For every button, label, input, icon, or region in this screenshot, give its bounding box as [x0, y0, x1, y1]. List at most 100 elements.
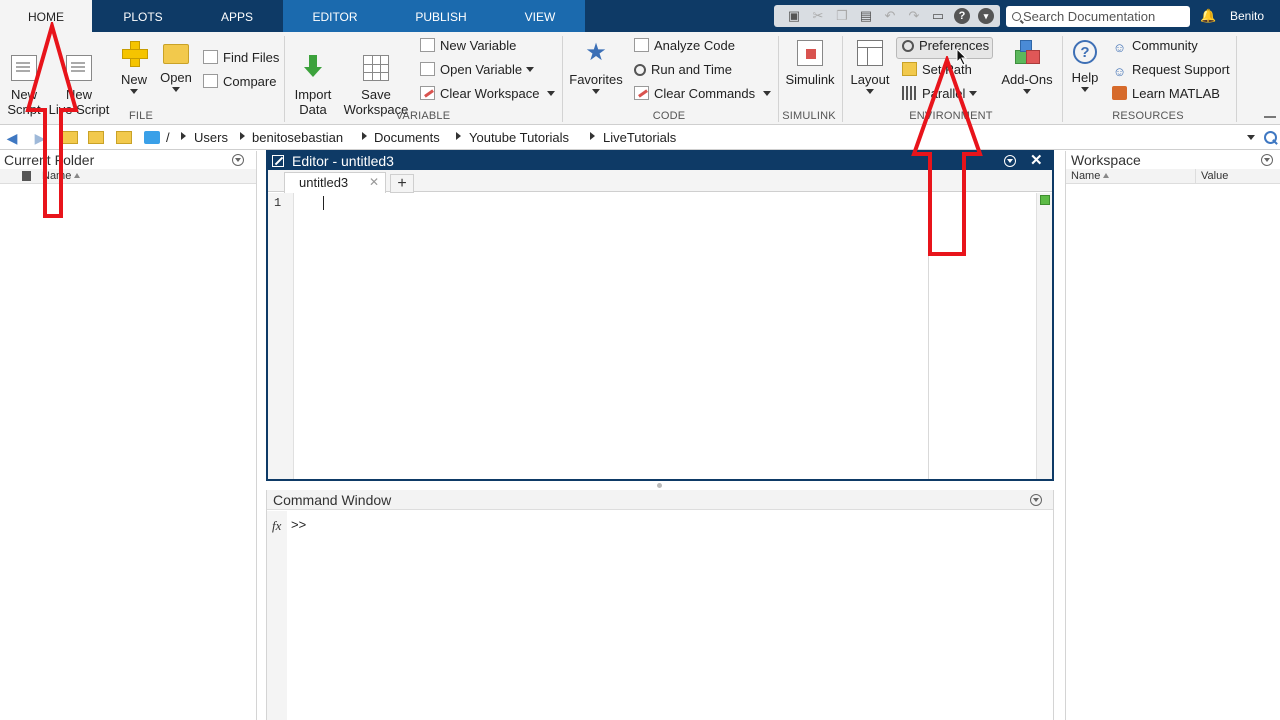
tab-home[interactable]: HOME: [0, 0, 92, 33]
back-arrow-icon[interactable]: ◀: [4, 130, 20, 146]
breadcrumb-youtube-tutorials[interactable]: Youtube Tutorials: [469, 130, 569, 146]
help-circle-icon[interactable]: ?: [954, 8, 970, 24]
compare-button[interactable]: Compare: [203, 72, 276, 92]
ribbon-separator: [284, 36, 285, 122]
forward-arrow-icon[interactable]: ▶: [32, 130, 48, 146]
address-dropdown-icon[interactable]: [1247, 135, 1255, 140]
column-divider[interactable]: [1195, 169, 1196, 184]
redo-icon[interactable]: ↷: [906, 8, 922, 24]
clear-commands-button[interactable]: Clear Commands: [634, 84, 772, 104]
splitter-handle[interactable]: [657, 483, 662, 488]
refresh-folder-icon[interactable]: [116, 131, 132, 144]
browse-folder-icon[interactable]: [88, 131, 104, 144]
breadcrumb-separator-icon[interactable]: [362, 132, 367, 140]
favorites-button[interactable]: ★ Favorites: [568, 40, 624, 94]
close-icon[interactable]: ✕: [1030, 152, 1043, 170]
simulink-icon: [797, 40, 823, 66]
chevron-down-icon: [763, 91, 772, 96]
parallel-button[interactable]: Parallel: [902, 84, 978, 104]
save-workspace-button[interactable]: Save Workspace: [342, 40, 410, 117]
code-analyzer-status-icon[interactable]: [1040, 195, 1050, 205]
new-live-script-button[interactable]: New Live Script: [48, 40, 110, 117]
compare-icon: [203, 74, 218, 88]
search-folder-icon[interactable]: [1262, 130, 1278, 146]
open-variable-button[interactable]: Open Variable: [420, 60, 535, 80]
editor-vertical-scrollbar[interactable]: [1036, 193, 1052, 479]
chevron-down-icon: [172, 87, 180, 92]
paste-icon[interactable]: ▤: [858, 8, 874, 24]
switch-windows-icon[interactable]: ▭: [930, 8, 946, 24]
save-icon[interactable]: ▣: [786, 8, 802, 24]
tab-view[interactable]: VIEW: [496, 0, 584, 32]
tab-plots[interactable]: PLOTS: [98, 0, 188, 32]
new-tab-button[interactable]: +: [390, 174, 414, 193]
panel-menu-icon[interactable]: [232, 154, 244, 166]
tab-close-icon[interactable]: ✕: [369, 175, 379, 189]
learn-matlab-button[interactable]: Learn MATLAB: [1112, 84, 1220, 104]
user-account[interactable]: Benito: [1230, 9, 1264, 23]
open-button[interactable]: Open: [157, 40, 195, 92]
layout-button[interactable]: Layout: [848, 40, 892, 94]
function-browser-icon[interactable]: fx: [272, 518, 281, 534]
layout-icon: [857, 40, 883, 66]
help-button[interactable]: ? Help: [1068, 40, 1102, 92]
editor-title-bar: Editor - untitled3 ✕: [268, 152, 1052, 170]
tab-publish[interactable]: PUBLISH: [396, 0, 486, 32]
ribbon: New Script New Live Script New Open Find…: [0, 32, 1280, 125]
copy-icon[interactable]: ❐: [834, 8, 850, 24]
simulink-button[interactable]: Simulink: [784, 40, 836, 87]
path-root[interactable]: /: [166, 130, 170, 146]
breadcrumb-documents[interactable]: Documents: [374, 130, 440, 146]
column-value-header[interactable]: Value: [1201, 169, 1228, 183]
column-name-header[interactable]: Name: [1071, 169, 1110, 183]
add-ons-button[interactable]: Add-Ons: [999, 40, 1055, 94]
import-data-button[interactable]: Import Data: [290, 40, 336, 117]
panel-menu-icon[interactable]: [1030, 494, 1042, 506]
search-documentation-input[interactable]: Search Documentation: [1006, 6, 1190, 27]
preferences-button[interactable]: Preferences: [902, 36, 989, 56]
tab-editor[interactable]: EDITOR: [290, 0, 380, 32]
code-editor-area[interactable]: [295, 193, 1035, 479]
folder-icon: [163, 44, 189, 64]
command-prompt[interactable]: >>: [291, 517, 306, 532]
community-icon: ☺: [1112, 40, 1127, 55]
group-label-file: FILE: [128, 110, 154, 122]
editor-menu-icon[interactable]: [1004, 155, 1016, 167]
mouse-pointer-icon: [956, 48, 968, 66]
workspace-column-header: Name Value: [1066, 169, 1280, 184]
cut-icon[interactable]: ✂: [810, 8, 826, 24]
breadcrumb-separator-icon[interactable]: [240, 132, 245, 140]
panel-menu-icon[interactable]: [1261, 154, 1273, 166]
community-button[interactable]: ☺ Community: [1112, 36, 1198, 56]
new-script-button[interactable]: New Script: [4, 40, 44, 117]
breadcrumb-separator-icon[interactable]: [181, 132, 186, 140]
customize-toolbar-icon[interactable]: ▾: [978, 8, 994, 24]
command-window: Command Window fx >>: [266, 490, 1054, 720]
tab-apps[interactable]: APPS: [192, 0, 282, 32]
new-button[interactable]: New: [116, 40, 152, 94]
breadcrumb-users[interactable]: Users: [194, 130, 228, 146]
group-label-code: CODE: [652, 110, 686, 122]
new-live-script-icon: [66, 55, 92, 81]
clear-workspace-button[interactable]: Clear Workspace: [420, 84, 556, 104]
file-type-icon: [22, 171, 31, 181]
clear-commands-icon: [634, 86, 649, 100]
analyze-code-button[interactable]: Analyze Code: [634, 36, 735, 56]
undo-icon[interactable]: ↶: [882, 8, 898, 24]
group-label-variable: VARIABLE: [395, 110, 451, 122]
group-label-environment: ENVIRONMENT: [909, 110, 993, 122]
path-folder-icon: [144, 131, 160, 144]
find-files-button[interactable]: Find Files: [203, 48, 279, 68]
breadcrumb-live-tutorials[interactable]: LiveTutorials: [603, 130, 676, 146]
breadcrumb-separator-icon[interactable]: [456, 132, 461, 140]
new-variable-button[interactable]: New Variable: [420, 36, 516, 56]
breadcrumb-user-home[interactable]: benitosebastian: [252, 130, 343, 146]
request-support-button[interactable]: ☺ Request Support: [1112, 60, 1230, 80]
breadcrumb-separator-icon[interactable]: [590, 132, 595, 140]
run-and-time-button[interactable]: Run and Time: [634, 60, 732, 80]
up-folder-icon[interactable]: [62, 131, 78, 144]
bell-icon[interactable]: 🔔: [1200, 8, 1216, 23]
editor-tab-untitled3[interactable]: untitled3 ✕: [284, 172, 386, 193]
column-name-header[interactable]: Name: [42, 169, 81, 183]
collapse-ribbon-icon[interactable]: [1264, 108, 1276, 118]
